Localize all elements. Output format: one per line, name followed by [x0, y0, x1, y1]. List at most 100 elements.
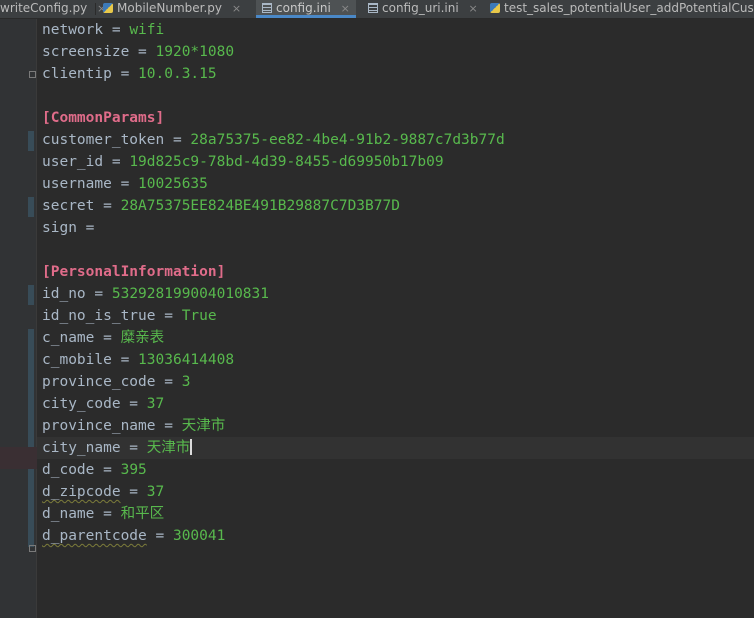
ini-value: 37: [146, 484, 165, 500]
code-line[interactable]: [CommonParams]: [37, 107, 754, 129]
ini-value: 300041: [172, 528, 226, 544]
ini-value: 395: [120, 462, 147, 478]
ini-value: 10.0.3.15: [138, 66, 217, 82]
tab-label: config_uri.ini: [382, 1, 459, 15]
fold-marker-icon[interactable]: [29, 545, 36, 552]
ini-value: 532928199004010831: [111, 286, 269, 302]
tab-config-ini[interactable]: config.ini ×: [256, 0, 356, 18]
ini-key: c_name: [42, 330, 95, 346]
fold-marker-icon[interactable]: [29, 71, 36, 78]
code-line[interactable]: d_parentcode = 300041: [37, 525, 754, 547]
ini-key: id_no: [42, 286, 86, 302]
ini-value: 37: [146, 396, 165, 412]
current-line-gutter-highlight: [0, 447, 37, 469]
ini-separator: =: [120, 484, 147, 500]
ini-key: c_mobile: [42, 352, 112, 368]
code-line[interactable]: c_mobile = 13036414408: [37, 349, 754, 371]
ini-file-icon: [262, 3, 272, 13]
python-file-icon: [103, 3, 113, 13]
code-line[interactable]: sign =: [37, 217, 754, 239]
close-icon[interactable]: ×: [232, 2, 241, 15]
code-line-current[interactable]: city_name = 天津市: [37, 437, 754, 459]
ini-separator: =: [85, 286, 112, 302]
ini-key: d_zipcode: [42, 484, 121, 500]
ini-key: province_name: [42, 418, 156, 434]
ini-key: secret: [42, 198, 95, 214]
ini-value: 3: [181, 374, 191, 390]
code-line[interactable]: secret = 28A75375EE824BE491B29887C7D3B77…: [37, 195, 754, 217]
ini-key: id_no_is_true: [42, 308, 156, 324]
code-line[interactable]: c_name = 糜亲表: [37, 327, 754, 349]
section-header: [CommonParams]: [42, 110, 165, 126]
code-line[interactable]: network = wifi: [37, 19, 754, 41]
ini-key: customer_token: [42, 132, 165, 148]
section-header: [PersonalInformation]: [42, 264, 226, 280]
ini-separator: =: [120, 396, 147, 412]
code-line[interactable]: province_code = 3: [37, 371, 754, 393]
ini-separator: =: [94, 462, 121, 478]
ini-value: 28A75375EE824BE491B29887C7D3B77D: [120, 198, 400, 214]
code-line[interactable]: [37, 239, 754, 261]
ini-value: 天津市: [146, 440, 191, 456]
code-line[interactable]: customer_token = 28a75375-ee82-4be4-91b2…: [37, 129, 754, 151]
ini-separator: =: [103, 22, 130, 38]
code-line[interactable]: id_no_is_true = True: [37, 305, 754, 327]
ini-value: 10025635: [138, 176, 208, 192]
ini-value: 13036414408: [138, 352, 235, 368]
tab-label: MobileNumber.py: [117, 1, 222, 15]
ini-value: True: [181, 308, 217, 324]
change-marker: [28, 197, 34, 217]
ini-key: username: [42, 176, 112, 192]
code-editor[interactable]: network = wifi screensize = 1920*1080 cl…: [0, 19, 754, 618]
ini-separator: =: [129, 44, 156, 60]
change-marker: [28, 285, 34, 305]
change-marker: [28, 131, 34, 151]
ini-value: 天津市: [181, 418, 226, 434]
ini-separator: =: [146, 528, 173, 544]
close-icon[interactable]: ×: [469, 2, 478, 15]
ini-key: d_parentcode: [42, 528, 147, 544]
ini-separator: =: [94, 198, 121, 214]
ini-key: user_id: [42, 154, 104, 170]
tab-label: test_sales_potentialUser_addPotentialCus…: [504, 1, 754, 15]
tab-config-uri-ini[interactable]: config_uri.ini ×: [362, 0, 484, 18]
code-line[interactable]: username = 10025635: [37, 173, 754, 195]
code-line[interactable]: [PersonalInformation]: [37, 261, 754, 283]
code-line[interactable]: user_id = 19d825c9-78bd-4d39-8455-d69950…: [37, 151, 754, 173]
change-marker: [28, 329, 34, 547]
tab-mobilenumber[interactable]: MobileNumber.py ×: [97, 0, 247, 18]
code-line[interactable]: id_no = 532928199004010831: [37, 283, 754, 305]
ini-separator: =: [94, 506, 121, 522]
code-line[interactable]: province_name = 天津市: [37, 415, 754, 437]
tab-test-sales[interactable]: test_sales_potentialUser_addPotentialCus…: [484, 0, 754, 18]
ini-separator: =: [155, 418, 182, 434]
ini-value: wifi: [129, 22, 165, 38]
code-line[interactable]: city_code = 37: [37, 393, 754, 415]
text-cursor: [190, 439, 193, 455]
ini-key: screensize: [42, 44, 130, 60]
code-line[interactable]: screensize = 1920*1080: [37, 41, 754, 63]
ini-separator: =: [111, 176, 139, 192]
ini-key: d_code: [42, 462, 95, 478]
ini-key: province_code: [42, 374, 156, 390]
ini-separator: =: [120, 440, 147, 456]
ini-separator: =: [76, 220, 95, 236]
code-line[interactable]: d_zipcode = 37: [37, 481, 754, 503]
code-line[interactable]: d_name = 和平区: [37, 503, 754, 525]
close-icon[interactable]: ×: [341, 2, 350, 15]
ini-key: city_name: [42, 440, 121, 456]
code-line[interactable]: clientip = 10.0.3.15: [37, 63, 754, 85]
ini-value: 糜亲表: [120, 330, 165, 346]
ini-value: 28a75375-ee82-4be4-91b2-9887c7d3b77d: [190, 132, 505, 148]
ini-key: sign: [42, 220, 77, 236]
python-file-icon: [490, 3, 500, 13]
tab-label: writeConfig.py: [0, 1, 88, 15]
code-line[interactable]: d_code = 395: [37, 459, 754, 481]
code-line[interactable]: [37, 85, 754, 107]
ini-key: d_name: [42, 506, 95, 522]
ini-file-icon: [368, 3, 378, 13]
ini-separator: =: [155, 374, 182, 390]
ini-key: city_code: [42, 396, 121, 412]
ini-value: 和平区: [120, 506, 165, 522]
editor-gutter[interactable]: [0, 19, 37, 618]
